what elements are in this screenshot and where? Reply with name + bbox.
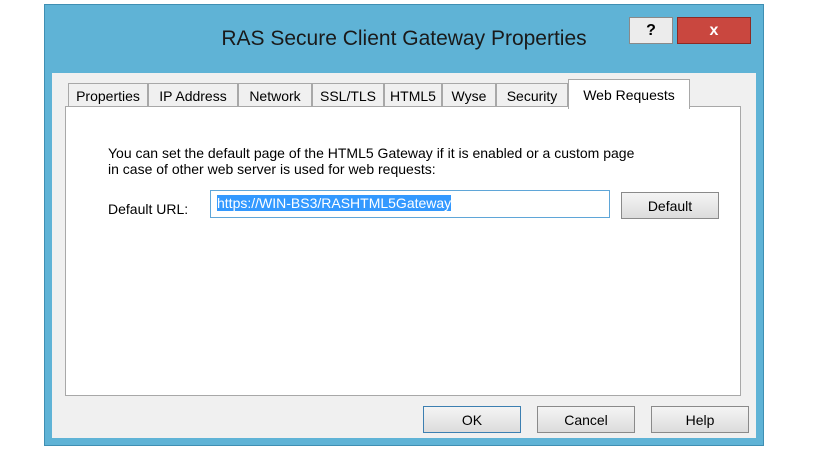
tab-properties[interactable]: Properties	[68, 83, 148, 107]
web-requests-panel: You can set the default page of the HTML…	[65, 106, 741, 396]
close-icon[interactable]: x	[677, 17, 751, 44]
default-button[interactable]: Default	[621, 192, 719, 219]
default-url-input[interactable]: https://WIN-BS3/RASHTML5Gateway	[210, 190, 610, 218]
tab-security[interactable]: Security	[496, 83, 568, 107]
help-button[interactable]: Help	[651, 406, 749, 433]
ok-button[interactable]: OK	[423, 406, 521, 433]
help-icon[interactable]: ?	[629, 17, 673, 44]
tab-html5[interactable]: HTML5	[384, 83, 442, 107]
default-url-value: https://WIN-BS3/RASHTML5Gateway	[217, 195, 452, 211]
tab-wyse[interactable]: Wyse	[442, 83, 496, 107]
description-line-1: You can set the default page of the HTML…	[108, 145, 635, 161]
tab-network[interactable]: Network	[238, 83, 312, 107]
description-text: You can set the default page of the HTML…	[108, 145, 634, 177]
properties-dialog: RAS Secure Client Gateway Properties ? x…	[44, 4, 764, 446]
tab-ssl-tls[interactable]: SSL/TLS	[312, 83, 384, 107]
title-bar[interactable]: RAS Secure Client Gateway Properties ? x	[45, 5, 763, 71]
description-line-2: in case of other web server is used for …	[108, 161, 436, 177]
dialog-body: Properties IP Address Network SSL/TLS HT…	[52, 73, 756, 438]
cancel-button[interactable]: Cancel	[537, 406, 635, 433]
tab-web-requests[interactable]: Web Requests	[568, 79, 690, 109]
tab-ip-address[interactable]: IP Address	[148, 83, 238, 107]
default-url-label: Default URL:	[108, 201, 189, 217]
